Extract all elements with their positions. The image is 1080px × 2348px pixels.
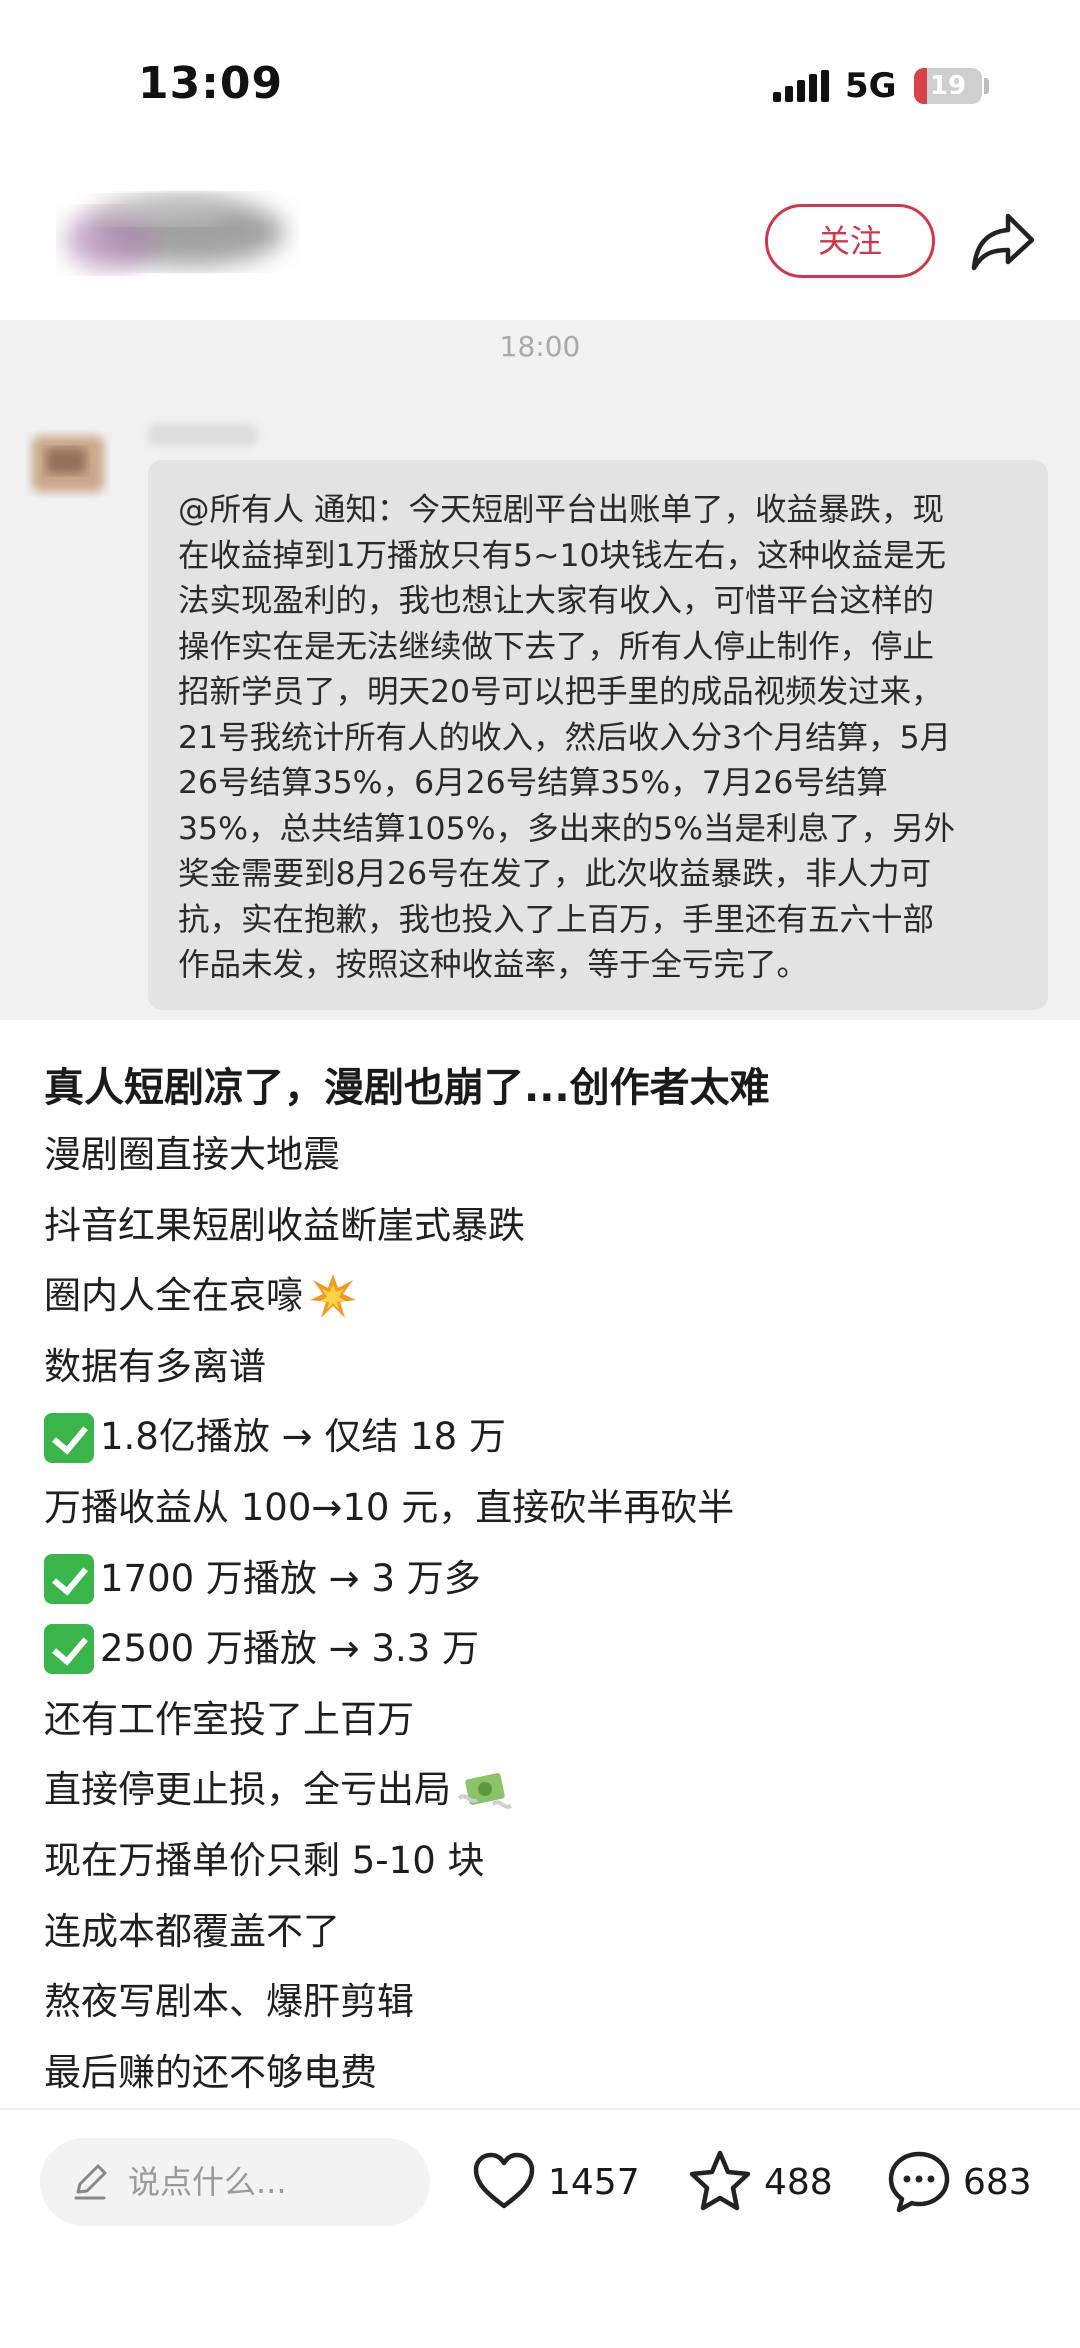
- post-line-text: 1.8亿播放 → 仅结 18 万: [100, 1415, 506, 1459]
- blurred-author-avatar[interactable]: [40, 170, 300, 290]
- chat-message-line: 法实现盈利的，我也想让大家有收入，可惜平台这样的: [178, 583, 935, 619]
- collect-count: 488: [764, 2161, 833, 2203]
- post-header: 关注: [0, 170, 1080, 320]
- post-line-text: 数据有多离谱: [44, 1344, 266, 1388]
- post-line: 1.8亿播放 → 仅结 18 万: [44, 1402, 1044, 1473]
- white-check-mark-icon: [44, 1553, 94, 1604]
- chat-message-line: 招新学员了，明天20号可以把手里的成品视频发过来，: [178, 674, 943, 710]
- blurred-sender-avatar: [32, 436, 104, 492]
- post-line: 最后赚的还不够电费: [44, 2038, 1044, 2109]
- post-line: 漫剧圈直接大地震: [44, 1120, 1044, 1191]
- battery-icon: 19: [914, 68, 982, 104]
- chat-message-bubble: @所有人 通知：今天短剧平台出账单了，收益暴跌，现 在收益掉到1万播放只有5~10…: [148, 460, 1048, 1010]
- blurred-sender-name: [148, 424, 258, 446]
- network-label: 5G: [845, 66, 897, 106]
- post-line-text: 现在万播单价只剩 5-10 块: [44, 1838, 485, 1882]
- pencil-icon: [74, 2164, 107, 2200]
- speech-bubble-icon: [888, 2151, 950, 2213]
- signal-icon: [773, 70, 829, 102]
- post-body: 漫剧圈直接大地震 抖音红果短剧收益断崖式暴跌 圈内人全在哀嚎 数据有多离谱 1.…: [44, 1120, 1044, 2108]
- collect-button[interactable]: 488: [686, 2145, 833, 2219]
- post-line: 连成本都覆盖不了: [44, 1897, 1044, 1968]
- chat-timestamp: 18:00: [499, 330, 581, 363]
- share-arrow-icon[interactable]: [970, 210, 1036, 272]
- post-line-text: 圈内人全在哀嚎: [44, 1274, 303, 1318]
- post-line-text: 抖音红果短剧收益断崖式暴跌: [44, 1203, 525, 1247]
- post-line-text: 1700 万播放 → 3 万多: [100, 1556, 481, 1600]
- collision-icon: [310, 1274, 356, 1319]
- like-button[interactable]: 1457: [470, 2145, 640, 2219]
- status-time: 13:09: [138, 58, 284, 109]
- comment-input[interactable]: 说点什么...: [40, 2138, 430, 2226]
- post-line: 直接停更止损，全亏出局: [44, 1755, 1044, 1826]
- post-line-text: 熬夜写剧本、爆肝剪辑: [44, 1980, 414, 2024]
- bottom-divider: [0, 2108, 1080, 2110]
- post-line: 熬夜写剧本、爆肝剪辑: [44, 1967, 1044, 2038]
- chat-message-line: 奖金需要到8月26号在发了，此次收益暴跌，非人力可: [178, 856, 932, 892]
- post-line: 万播收益从 100→10 元，直接砍半再砍半: [44, 1473, 1044, 1544]
- like-count: 1457: [548, 2161, 640, 2203]
- comment-count: 683: [963, 2161, 1032, 2203]
- post-line-text: 2500 万播放 → 3.3 万: [100, 1627, 480, 1671]
- white-check-mark-icon: [44, 1412, 94, 1463]
- comment-placeholder: 说点什么...: [128, 2163, 287, 2201]
- white-check-mark-icon: [44, 1624, 94, 1675]
- post-line-text: 万播收益从 100→10 元，直接砍半再砍半: [44, 1485, 735, 1529]
- battery-level-label: 19: [929, 71, 967, 101]
- post-line-text: 漫剧圈直接大地震: [44, 1133, 340, 1176]
- chat-message-line: 35%，总共结算105%，多出来的5%当是利息了，另外: [178, 810, 956, 847]
- post-line: 数据有多离谱: [44, 1332, 1044, 1403]
- post-line: 现在万播单价只剩 5-10 块: [44, 1826, 1044, 1897]
- chat-message-line: @所有人 通知：今天短剧平台出账单了，收益暴跌，现: [178, 492, 945, 528]
- post-line-text: 连成本都覆盖不了: [44, 1909, 340, 1953]
- status-bar: 13:09 5G 19: [0, 0, 1080, 170]
- post-line: 2500 万播放 → 3.3 万: [44, 1614, 1044, 1685]
- chat-message-line: 在收益掉到1万播放只有5~10块钱左右，这种收益是无: [178, 537, 947, 574]
- post-line: 1700 万播放 → 3 万多: [44, 1544, 1044, 1615]
- post-line-text: 直接停更止损，全亏出局: [44, 1768, 451, 1812]
- post-line: 抖音红果短剧收益断崖式暴跌: [44, 1191, 1044, 1262]
- chat-message-line: 21号我统计所有人的收入，然后收入分3个月结算，5月: [178, 719, 952, 756]
- post-line: 圈内人全在哀嚎: [44, 1261, 1044, 1332]
- battery-tip: [984, 78, 989, 94]
- money-with-wings-icon: [457, 1772, 512, 1809]
- post-line-text: 最后赚的还不够电费: [44, 2050, 377, 2094]
- star-icon: [689, 2150, 751, 2211]
- chat-message-text: @所有人 通知：今天短剧平台出账单了，收益暴跌，现 在收益掉到1万播放只有5~10…: [178, 488, 1022, 989]
- chat-screenshot: 18:00 @所有人 通知：今天短剧平台出账单了，收益暴跌，现 在收益掉到1万播放…: [0, 320, 1080, 1020]
- post-title: 真人短剧凉了，漫剧也崩了...创作者太难: [44, 1065, 770, 1111]
- post-line: 还有工作室投了上百万: [44, 1685, 1044, 1756]
- follow-button[interactable]: 关注: [765, 204, 935, 278]
- chat-message-line: 抗，实在抱歉，我也投入了上百万，手里还有五六十部: [178, 901, 935, 938]
- chat-message-line: 操作实在是无法继续做下去了，所有人停止制作，停止: [178, 628, 935, 665]
- comment-button[interactable]: 683: [885, 2145, 1032, 2219]
- heart-icon: [473, 2152, 535, 2209]
- chat-message-line: 26号结算35%，6月26号结算35%，7月26号结算: [178, 765, 888, 801]
- post-line-text: 还有工作室投了上百万: [44, 1697, 414, 1741]
- chat-message-line: 作品未发，按照这种收益率，等于全亏完了。: [178, 947, 809, 983]
